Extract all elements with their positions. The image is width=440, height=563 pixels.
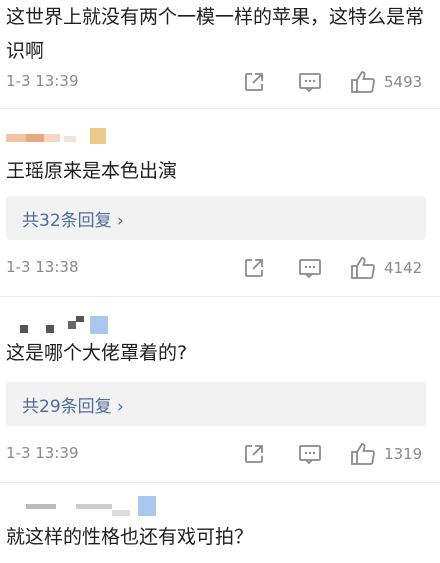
user-name-masked [6, 126, 116, 148]
mosaic-block [64, 136, 76, 142]
comment-button[interactable] [298, 256, 322, 280]
share-button[interactable] [243, 70, 265, 94]
share-icon [245, 73, 263, 91]
comment-time: 1-3 13:39 [6, 444, 79, 462]
mosaic-block [90, 128, 106, 144]
share-button[interactable] [243, 442, 265, 466]
mosaic-block [76, 504, 112, 509]
user-name-masked [6, 496, 166, 518]
thumbs-up-icon [351, 71, 375, 93]
thumbs-up-icon [351, 257, 375, 279]
mosaic-block [26, 504, 56, 509]
divider [0, 296, 440, 297]
comment-text: 就这样的性格也还有戏可拍？ [6, 526, 254, 548]
share-icon [245, 259, 263, 277]
mosaic-block [46, 325, 54, 333]
mosaic-block [68, 321, 76, 329]
like-button[interactable]: 1319 [350, 442, 422, 466]
comment-time: 1-3 13:39 [6, 72, 79, 90]
mosaic-block [112, 510, 130, 516]
reply-thread-button[interactable]: 共29条回复 › [6, 382, 426, 426]
comment-meta-row: 1-3 13:38 4142 [0, 254, 440, 284]
mosaic-block [26, 134, 44, 142]
comment-meta-row: 1-3 13:39 1319 [0, 440, 440, 470]
comment-icon [299, 73, 321, 93]
divider [0, 482, 440, 483]
comment-item: 这是哪个大佬罩着的? [0, 336, 440, 370]
comment-button[interactable] [298, 442, 322, 466]
comment-text: 这世界上就没有两个一模一样的苹果，这特么是常识啊 [6, 6, 425, 62]
reply-count-link[interactable]: 共29条回复 › [22, 392, 124, 417]
share-icon [245, 445, 263, 463]
reply-thread-button[interactable]: 共32条回复 › [6, 196, 426, 240]
mosaic-block [90, 316, 108, 334]
comment-meta-row: 1-3 13:39 5493 [0, 68, 440, 98]
mosaic-block [138, 496, 156, 516]
comment-text: 王瑶原来是本色出演 [6, 160, 178, 182]
user-name-masked [6, 312, 116, 334]
comment-item: 就这样的性格也还有戏可拍？ [0, 520, 440, 554]
comment-icon [299, 259, 321, 279]
like-button[interactable]: 4142 [350, 256, 422, 280]
like-count: 1319 [384, 445, 423, 463]
comment-item: 这世界上就没有两个一模一样的苹果，这特么是常识啊 [0, 0, 440, 68]
comment-item: 王瑶原来是本色出演 [0, 154, 440, 188]
comment-button[interactable] [298, 70, 322, 94]
reply-count-link[interactable]: 共32条回复 › [22, 206, 124, 231]
share-button[interactable] [243, 256, 265, 280]
like-count: 4142 [384, 259, 423, 277]
mosaic-block [76, 316, 84, 322]
like-button[interactable]: 5493 [350, 70, 422, 94]
mosaic-block [20, 325, 28, 333]
divider [0, 108, 440, 109]
comment-icon [299, 445, 321, 465]
mosaic-block [6, 134, 26, 142]
mosaic-block [44, 134, 60, 142]
comment-text: 这是哪个大佬罩着的? [6, 342, 188, 364]
thumbs-up-icon [351, 443, 375, 465]
like-count: 5493 [384, 73, 423, 91]
comment-time: 1-3 13:38 [6, 258, 79, 276]
